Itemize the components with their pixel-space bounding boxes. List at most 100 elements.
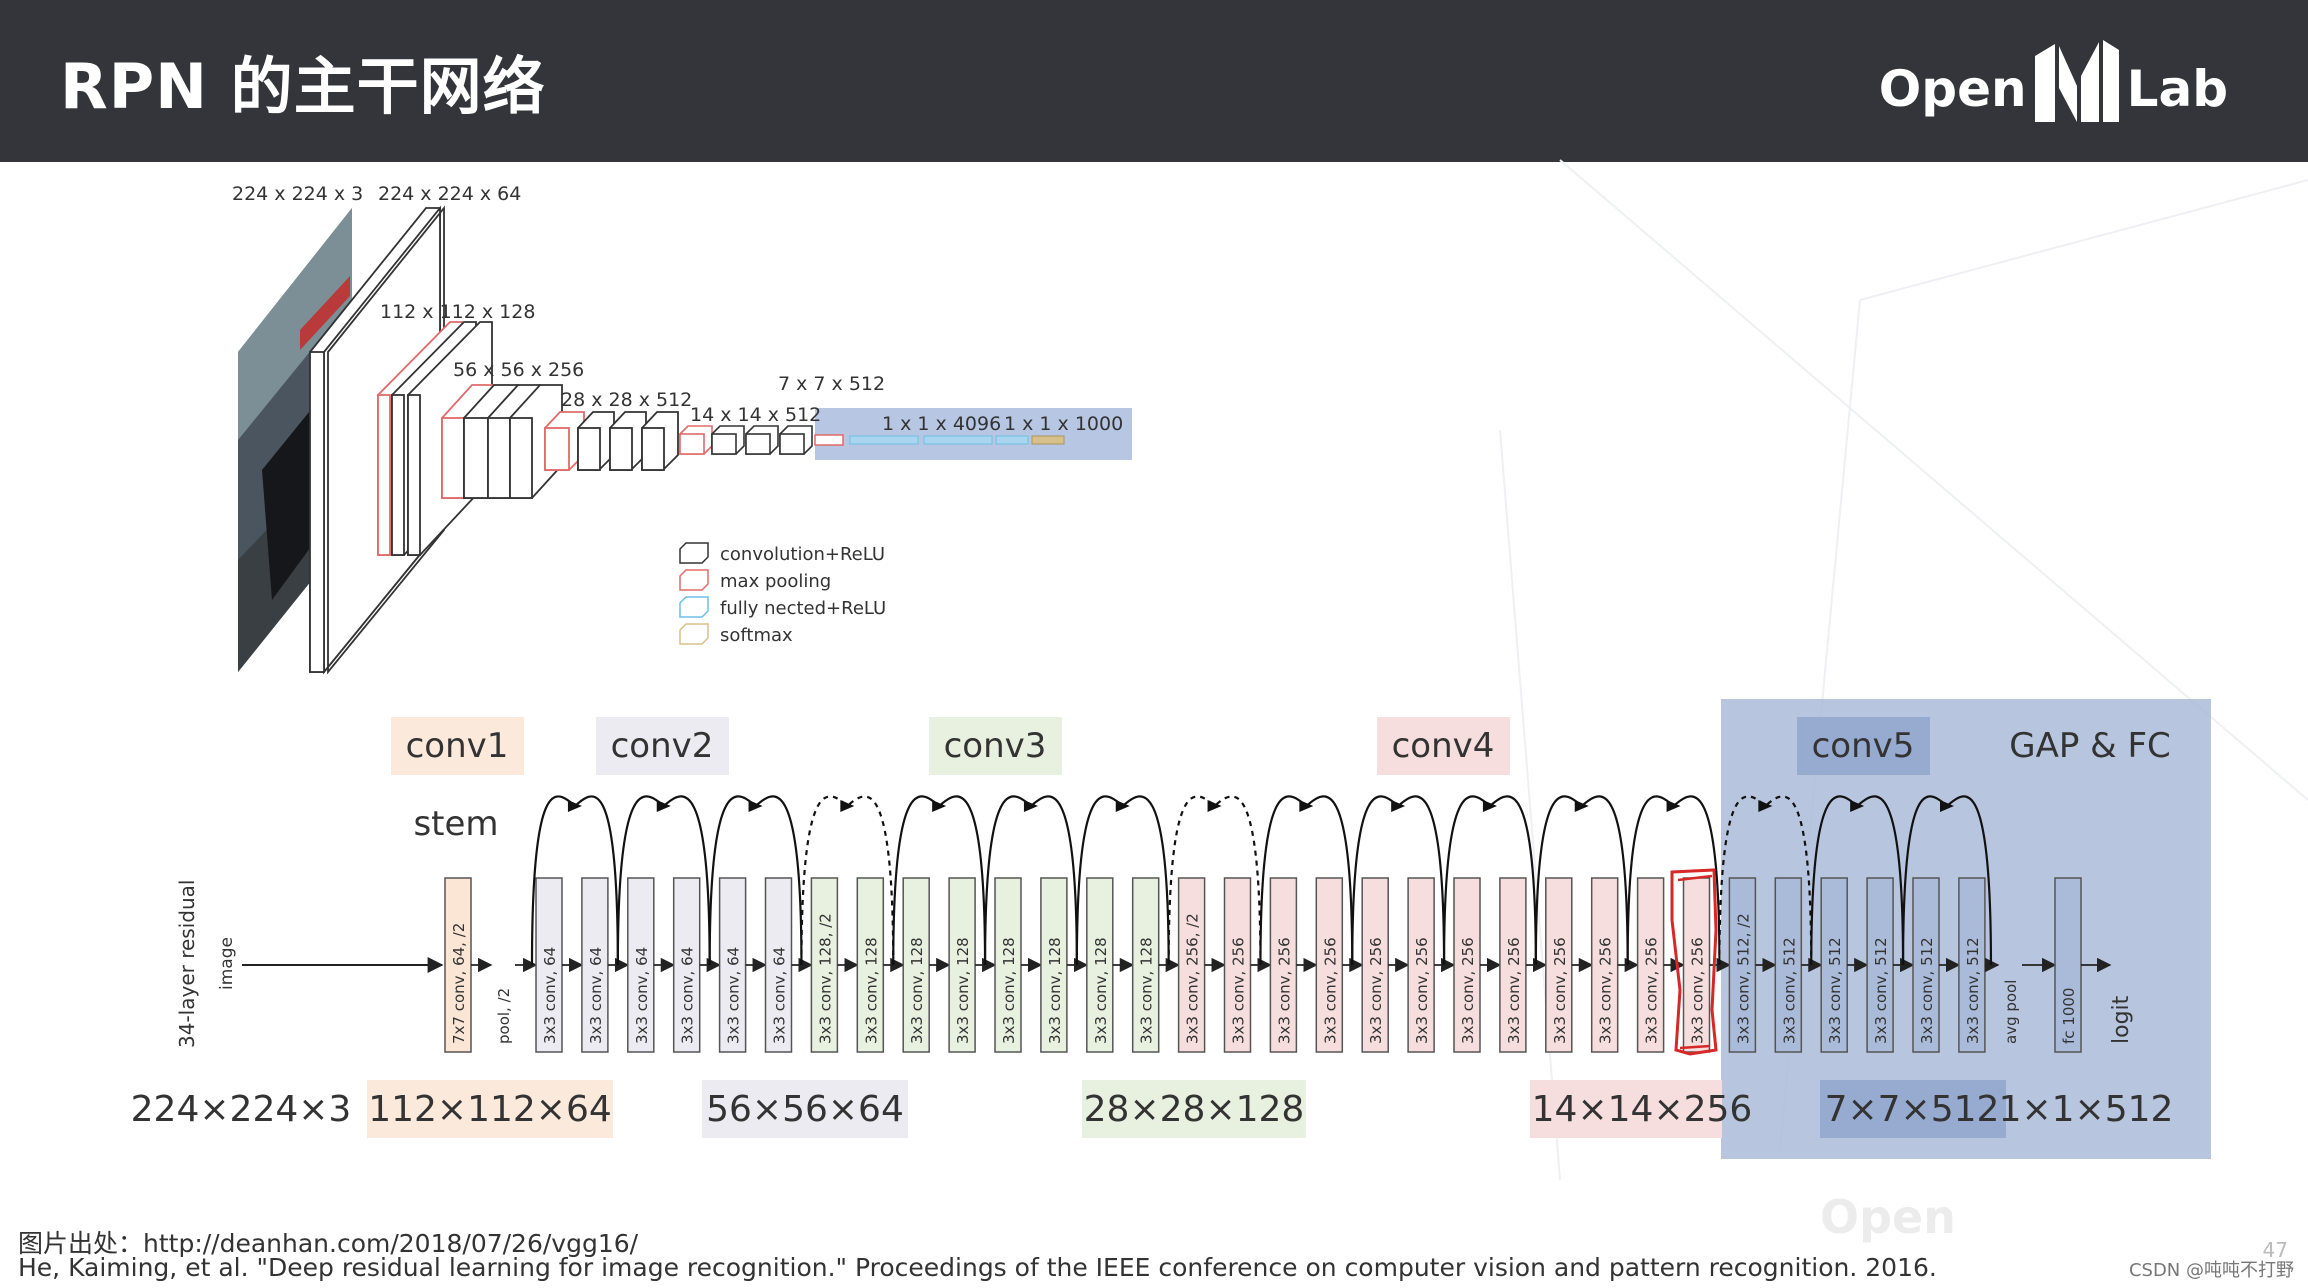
layer-block: 3x3 conv, 128, /2	[810, 877, 839, 1053]
stage-label-conv3: conv3	[944, 726, 1047, 766]
vgg-size-label: 224 x 224 x 64	[378, 183, 521, 205]
diagram-canvas: 224 x 224 x 3 224 x 224 x 64 112 x 112 x…	[131, 159, 2308, 1181]
vgg-size-label: 7 x 7 x 512	[778, 373, 885, 395]
csdn-watermark: CSDN @吨吨不打野	[2128, 1260, 2294, 1281]
stage-label-conv2: conv2	[611, 726, 714, 766]
stage-label-conv5: conv5	[1812, 726, 1915, 766]
resnet-diagram: conv1 conv2 conv3 conv4 conv5 GAP & FC s…	[131, 699, 2211, 1159]
stage-label-conv1: conv1	[406, 726, 509, 766]
layer-block: avg pool	[2002, 980, 2020, 1044]
layer-label: 3x3 conv, 128	[1092, 937, 1110, 1044]
layer-label: 3x3 conv, 64	[633, 947, 651, 1044]
layer-block: 3x3 conv, 256	[1545, 877, 1573, 1053]
layer-label: avg pool	[2002, 980, 2020, 1044]
layer-label: 3x3 conv, 256	[1367, 937, 1385, 1044]
stem-label: stem	[413, 804, 498, 844]
layer-label: 3x3 conv, 64	[725, 947, 743, 1044]
layer-block: 3x3 conv, 64	[627, 877, 655, 1053]
layer-label: 3x3 conv, 512	[1826, 937, 1844, 1044]
layer-block: 3x3 conv, 256	[1636, 877, 1665, 1053]
layer-block: 3x3 conv, 128	[856, 877, 885, 1053]
layer-block: 3x3 conv, 64	[764, 877, 793, 1053]
layer-label: 3x3 conv, 256	[1413, 937, 1431, 1044]
layer-block: fc 1000	[2054, 877, 2082, 1053]
layer-label: 3x3 conv, 128	[1046, 937, 1064, 1044]
layer-label: 3x3 conv, 256	[1459, 937, 1477, 1044]
layer-label: 3x3 conv, 256	[1275, 937, 1293, 1044]
layer-block: 3x3 conv, 256	[1407, 877, 1435, 1053]
size-labels: 224×224×3 112×112×64 56×56×64 28×28×128 …	[131, 1080, 2174, 1138]
layer-block: 3x3 conv, 128	[948, 877, 976, 1053]
legend-item: convolution+ReLU	[679, 542, 885, 565]
layer-label: 3x3 conv, 256, /2	[1184, 913, 1202, 1044]
layer-block: 3x3 conv, 256, /2	[1177, 877, 1206, 1053]
layer-label: 3x3 conv, 128	[1138, 937, 1156, 1044]
layer-block: 3x3 conv, 64	[672, 877, 701, 1053]
layer-block: 3x3 conv, 64	[535, 877, 563, 1053]
layer-label: 3x3 conv, 128	[908, 937, 926, 1044]
citation: He, Kaiming, et al. "Deep residual learn…	[18, 1253, 1937, 1282]
layer-block: 3x3 conv, 256	[1590, 877, 1619, 1053]
svg-text:fully nected+ReLU: fully nected+ReLU	[720, 598, 886, 619]
legend-item: softmax	[679, 623, 793, 646]
layer-label: 3x3 conv, 512	[1780, 937, 1798, 1044]
vgg-size-label: 56 x 56 x 256	[453, 359, 584, 381]
svg-text:max pooling: max pooling	[720, 571, 831, 592]
layer-block: 3x3 conv, 256	[1269, 877, 1298, 1053]
layer-block: 3x3 conv, 512	[1774, 877, 1803, 1053]
layer-label: 3x3 conv, 128	[1000, 937, 1018, 1044]
layer-label: 3x3 conv, 128, /2	[816, 913, 834, 1044]
layer-label: 3x3 conv, 128	[954, 937, 972, 1044]
size-label-gap-fc: 1×1×512	[1999, 1089, 2174, 1130]
layer-block: 3x3 conv, 512, /2	[1728, 877, 1757, 1053]
input-image-label: image	[217, 937, 237, 990]
layer-block: 3x3 conv, 128	[1040, 877, 1068, 1053]
size-label-conv3: 28×28×128	[1084, 1089, 1305, 1130]
layer-label: 3x3 conv, 64	[771, 947, 789, 1044]
layer-block: 3x3 conv, 256	[1223, 877, 1252, 1053]
size-label-conv4: 14×14×256	[1532, 1089, 1753, 1130]
legend-item: fully nected+ReLU	[679, 596, 886, 619]
layer-label: 3x3 conv, 64	[587, 947, 605, 1044]
svg-text:softmax: softmax	[720, 625, 793, 646]
layer-label: logit	[2109, 995, 2134, 1044]
stage-label-gap-fc: GAP & FC	[2009, 726, 2171, 766]
layer-label: 3x3 conv, 256	[1230, 937, 1248, 1044]
layer-label: 7x7 conv, 64, /2	[450, 923, 468, 1044]
layer-block: 3x3 conv, 256	[1682, 877, 1711, 1053]
vgg-size-label: 1 x 1 x 1000	[1004, 413, 1123, 435]
layer-label: 3x3 conv, 512	[1918, 937, 1936, 1044]
layer-block: 3x3 conv, 512	[1820, 877, 1848, 1053]
layer-label: 3x3 conv, 256	[1689, 937, 1707, 1044]
layer-label: 3x3 conv, 64	[541, 947, 559, 1044]
layer-label: 3x3 conv, 512	[1964, 937, 1982, 1044]
layer-label: 3x3 conv, 256	[1597, 937, 1615, 1044]
stage-label-conv4: conv4	[1392, 726, 1495, 766]
layer-label: 3x3 conv, 128	[862, 937, 880, 1044]
layer-label: fc 1000	[2060, 988, 2078, 1044]
size-label-conv5: 7×7×512	[1825, 1089, 2000, 1130]
layer-label: 3x3 conv, 256	[1321, 937, 1339, 1044]
layer-block: 3x3 conv, 128	[1086, 877, 1114, 1053]
layer-block: 3x3 conv, 128	[1131, 877, 1160, 1053]
size-label-input: 224×224×3	[131, 1089, 352, 1130]
layer-block: 3x3 conv, 128	[994, 877, 1022, 1053]
layer-label: 3x3 conv, 256	[1643, 937, 1661, 1044]
layer-label: 3x3 conv, 256	[1551, 937, 1569, 1044]
layer-label: 3x3 conv, 64	[679, 947, 697, 1044]
vgg-diagram: 224 x 224 x 3 224 x 224 x 64 112 x 112 x…	[232, 183, 1132, 675]
layer-block: 3x3 conv, 256	[1499, 877, 1527, 1053]
vgg-size-label: 112 x 112 x 128	[380, 301, 535, 323]
vgg-size-label: 14 x 14 x 512	[690, 404, 821, 426]
layer-block: 3x3 conv, 512	[1958, 877, 1986, 1053]
vgg-size-label: 28 x 28 x 512	[561, 389, 692, 411]
layer-block: 3x3 conv, 512	[1912, 877, 1940, 1053]
layer-label: 3x3 conv, 256	[1505, 937, 1523, 1044]
size-label-conv2: 56×56×64	[706, 1089, 904, 1130]
layer-block: logit	[2109, 995, 2134, 1044]
vgg-size-label: 1 x 1 x 4096	[882, 413, 1001, 435]
layer-block: 3x3 conv, 64	[581, 877, 609, 1053]
vgg-legend: convolution+ReLU max pooling fully necte…	[679, 542, 886, 646]
layer-block: pool, /2	[495, 988, 513, 1044]
size-label-conv1: 112×112×64	[368, 1089, 612, 1130]
